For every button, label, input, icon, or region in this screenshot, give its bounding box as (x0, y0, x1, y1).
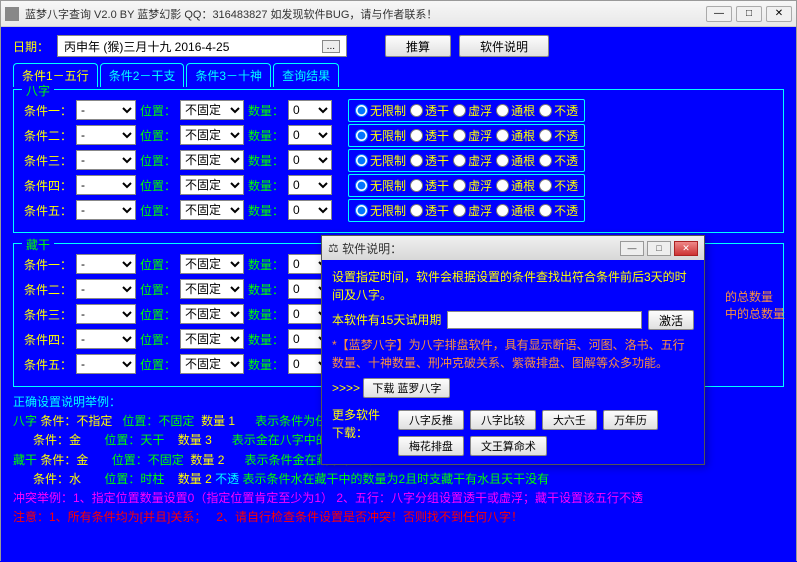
minimize-button[interactable]: — (706, 6, 732, 22)
cond-row: 条件四： - 位置： 不固定 数量： 0 无限制 透干 虚浮 通根 不透 (24, 174, 773, 196)
cond-row: 条件二： - 位置： 不固定 数量： 0 无限制 透干 虚浮 通根 不透 (24, 124, 773, 146)
num-select[interactable]: 0 (288, 175, 332, 195)
radio-2[interactable]: 虚浮 (453, 202, 492, 219)
radio-4[interactable]: 不透 (539, 152, 578, 169)
radio-4[interactable]: 不透 (539, 102, 578, 119)
radio-group: 无限制 透干 虚浮 通根 不透 (348, 199, 585, 222)
date-picker-button[interactable]: ... (322, 40, 340, 53)
titlebar: 蓝梦八字查询 V2.0 BY 蓝梦幻影 QQ：316483827 如发现软件BU… (1, 1, 796, 27)
radio-4[interactable]: 不透 (539, 202, 578, 219)
radio-group: 无限制 透干 虚浮 通根 不透 (348, 124, 585, 147)
cond-select[interactable]: - (76, 150, 136, 170)
cond-row: 条件一： - 位置： 不固定 数量： 0 无限制 透干 虚浮 通根 不透 (24, 99, 773, 121)
pos-select[interactable]: 不固定 (180, 254, 244, 274)
num-select[interactable]: 0 (288, 200, 332, 220)
radio-4[interactable]: 不透 (539, 177, 578, 194)
radio-1[interactable]: 透干 (410, 102, 449, 119)
scale-icon: ⚖ (328, 241, 339, 255)
radio-0[interactable]: 无限制 (355, 102, 406, 119)
radio-0[interactable]: 无限制 (355, 202, 406, 219)
dialog-close-button[interactable]: ✕ (674, 241, 698, 256)
maximize-button[interactable]: □ (736, 6, 762, 22)
dialog-title: 软件说明： (342, 240, 617, 257)
radio-2[interactable]: 虚浮 (453, 177, 492, 194)
dialog-min-button[interactable]: — (620, 241, 644, 256)
help-dialog: ⚖ 软件说明： — □ ✕ 设置指定时间，软件会根据设置的条件查找出符合条件前后… (321, 235, 705, 465)
radio-group: 无限制 透干 虚浮 通根 不透 (348, 149, 585, 172)
app-icon (5, 7, 19, 21)
close-button[interactable]: ✕ (766, 6, 792, 22)
radio-0[interactable]: 无限制 (355, 177, 406, 194)
cond-select[interactable]: - (76, 354, 136, 374)
pos-select[interactable]: 不固定 (180, 354, 244, 374)
radio-1[interactable]: 透干 (410, 202, 449, 219)
dialog-max-button[interactable]: □ (647, 241, 671, 256)
group-title: 八字 (22, 82, 54, 99)
radio-3[interactable]: 通根 (496, 177, 535, 194)
radio-3[interactable]: 通根 (496, 152, 535, 169)
cond-row: 条件五： - 位置： 不固定 数量： 0 无限制 透干 虚浮 通根 不透 (24, 199, 773, 221)
radio-2[interactable]: 虚浮 (453, 127, 492, 144)
radio-3[interactable]: 通根 (496, 202, 535, 219)
radio-4[interactable]: 不透 (539, 127, 578, 144)
pos-select[interactable]: 不固定 (180, 329, 244, 349)
group-title: 藏干 (22, 236, 54, 253)
pos-select[interactable]: 不固定 (180, 100, 244, 120)
pos-select[interactable]: 不固定 (180, 279, 244, 299)
radio-group: 无限制 透干 虚浮 通根 不透 (348, 99, 585, 122)
help-button[interactable]: 软件说明 (459, 35, 549, 57)
radio-3[interactable]: 通根 (496, 102, 535, 119)
more-btn-2[interactable]: 大六壬 (542, 410, 597, 430)
radio-1[interactable]: 透干 (410, 127, 449, 144)
calc-button[interactable]: 推算 (385, 35, 451, 57)
num-select[interactable]: 0 (288, 125, 332, 145)
radio-2[interactable]: 虚浮 (453, 102, 492, 119)
radio-group: 无限制 透干 虚浮 通根 不透 (348, 174, 585, 197)
more-btn-0[interactable]: 八字反推 (398, 410, 464, 430)
more-btn-4[interactable]: 梅花排盘 (398, 436, 464, 456)
radio-3[interactable]: 通根 (496, 127, 535, 144)
pos-select[interactable]: 不固定 (180, 150, 244, 170)
cond-select[interactable]: - (76, 200, 136, 220)
cond-select[interactable]: - (76, 125, 136, 145)
pos-select[interactable]: 不固定 (180, 200, 244, 220)
tab-cond3[interactable]: 条件3－十神 (186, 63, 271, 87)
num-select[interactable]: 0 (288, 100, 332, 120)
more-btn-5[interactable]: 文王算命术 (470, 436, 547, 456)
radio-0[interactable]: 无限制 (355, 152, 406, 169)
tab-result[interactable]: 查询结果 (273, 63, 339, 87)
side-text: 的总数量中的总数量 (725, 288, 785, 322)
tabs: 条件1－五行 条件2－干支 条件3－十神 查询结果 (13, 63, 784, 87)
date-label: 日期： (13, 38, 49, 55)
cond-select[interactable]: - (76, 329, 136, 349)
activation-input[interactable] (447, 311, 642, 329)
date-input[interactable]: 丙申年 (猴)三月十九 2016-4-25 ... (57, 35, 347, 57)
cond-select[interactable]: - (76, 100, 136, 120)
cond-select[interactable]: - (76, 279, 136, 299)
radio-1[interactable]: 透干 (410, 152, 449, 169)
group-bazi: 八字 条件一： - 位置： 不固定 数量： 0 无限制 透干 虚浮 通根 不透 … (13, 89, 784, 233)
pos-select[interactable]: 不固定 (180, 175, 244, 195)
radio-0[interactable]: 无限制 (355, 127, 406, 144)
radio-2[interactable]: 虚浮 (453, 152, 492, 169)
radio-1[interactable]: 透干 (410, 177, 449, 194)
cond-select[interactable]: - (76, 304, 136, 324)
cond-row: 条件三： - 位置： 不固定 数量： 0 无限制 透干 虚浮 通根 不透 (24, 149, 773, 171)
download-button[interactable]: 下载 蓝罗八字 (363, 378, 450, 398)
more-btn-3[interactable]: 万年历 (603, 410, 658, 430)
cond-select[interactable]: - (76, 175, 136, 195)
pos-select[interactable]: 不固定 (180, 125, 244, 145)
tab-cond2[interactable]: 条件2－干支 (100, 63, 185, 87)
pos-select[interactable]: 不固定 (180, 304, 244, 324)
num-select[interactable]: 0 (288, 150, 332, 170)
window-title: 蓝梦八字查询 V2.0 BY 蓝梦幻影 QQ：316483827 如发现软件BU… (25, 6, 706, 22)
cond-select[interactable]: - (76, 254, 136, 274)
more-btn-1[interactable]: 八字比较 (470, 410, 536, 430)
activate-button[interactable]: 激活 (648, 310, 694, 330)
